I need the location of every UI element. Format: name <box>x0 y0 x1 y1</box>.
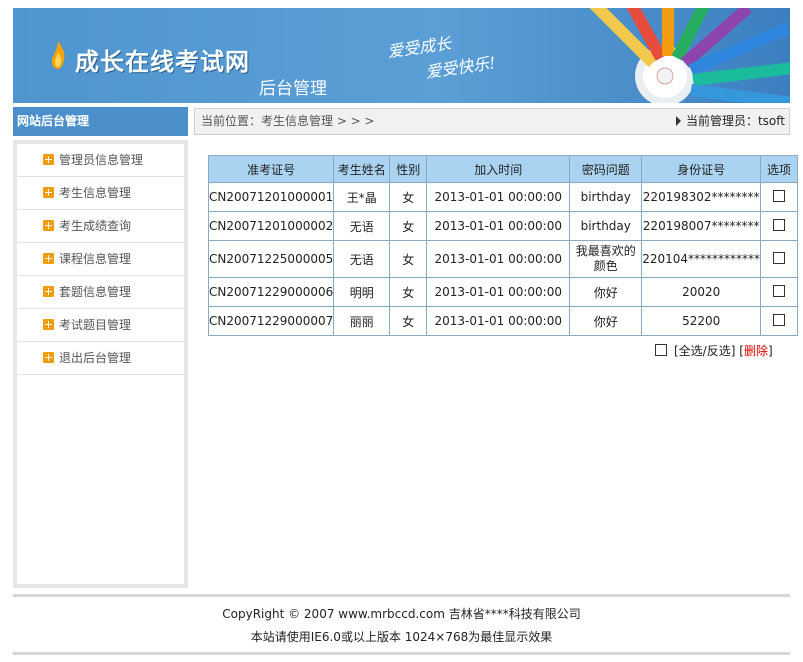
triangle-right-icon <box>675 116 681 126</box>
sidebar-item-label: 管理员信息管理 <box>59 153 144 167</box>
cell-question: 我最喜欢的颜色 <box>569 240 643 278</box>
column-header: 密码问题 <box>569 155 643 183</box>
cell-gender: 女 <box>389 182 428 212</box>
table-row: CN20071201000001 王*晶 女 2013-01-01 00:00:… <box>207 182 799 212</box>
column-header: 加入时间 <box>426 155 571 183</box>
row-select-cell <box>760 182 799 212</box>
student-table: 准考证号 考生姓名 性别 加入时间 密码问题 身份证号 选项 CN2007120… <box>207 155 799 336</box>
sidebar-item-label: 课程信息管理 <box>59 252 132 266</box>
row-select-cell <box>760 240 799 278</box>
cell-join-time: 2013-01-01 00:00:00 <box>426 277 571 307</box>
delete-link[interactable]: 删除 <box>744 344 768 358</box>
site-subtitle: 后台管理 <box>259 79 327 99</box>
sidebar-item-label: 考试题目管理 <box>59 318 132 332</box>
sidebar-item-paper-set[interactable]: 套题信息管理 <box>17 276 184 309</box>
plus-icon <box>43 154 54 165</box>
cell-id-card: 220198302******** <box>641 182 762 212</box>
column-header: 考生姓名 <box>333 155 391 183</box>
cell-exam-id: CN20071229000007 <box>207 306 335 336</box>
cell-exam-id: CN20071201000002 <box>207 211 335 241</box>
plus-icon <box>43 286 54 297</box>
row-checkbox[interactable] <box>773 284 786 297</box>
select-all-link[interactable]: [全选/反选] <box>674 344 735 358</box>
cell-name: 丽丽 <box>333 306 391 336</box>
row-checkbox[interactable] <box>773 251 786 264</box>
table-row: CN20071225000005 无语 女 2013-01-01 00:00:0… <box>207 240 799 278</box>
cell-gender: 女 <box>389 240 428 278</box>
cell-join-time: 2013-01-01 00:00:00 <box>426 306 571 336</box>
colored-pencils-illustration <box>589 8 790 103</box>
breadcrumb-bar: 当前位置：考生信息管理 > > > 当前管理员：tsoft <box>194 108 790 135</box>
cell-name: 王*晶 <box>333 182 391 212</box>
cell-gender: 女 <box>389 277 428 307</box>
plus-icon <box>43 253 54 264</box>
sidebar-item-label: 套题信息管理 <box>59 285 132 299</box>
cell-name: 无语 <box>333 211 391 241</box>
table-header-row: 准考证号 考生姓名 性别 加入时间 密码问题 身份证号 选项 <box>207 155 799 183</box>
plus-icon <box>43 187 54 198</box>
table-row: CN20071229000006 明明 女 2013-01-01 00:00:0… <box>207 277 799 307</box>
cell-join-time: 2013-01-01 00:00:00 <box>426 211 571 241</box>
current-admin: 当前管理员：tsoft <box>675 109 785 134</box>
plus-icon <box>43 220 54 231</box>
table-row: CN20071229000007 丽丽 女 2013-01-01 00:00:0… <box>207 306 799 336</box>
footer-divider-top <box>13 594 790 597</box>
cell-id-card: 20020 <box>641 277 762 307</box>
row-checkbox[interactable] <box>773 189 786 202</box>
footer-divider-bottom <box>13 652 790 655</box>
table-row: CN20071201000002 无语 女 2013-01-01 00:00:0… <box>207 211 799 241</box>
sidebar-item-admin-info[interactable]: 管理员信息管理 <box>17 144 184 177</box>
cell-name: 无语 <box>333 240 391 278</box>
cell-exam-id: CN20071229000006 <box>207 277 335 307</box>
sidebar-item-label: 考生信息管理 <box>59 186 132 200</box>
cell-exam-id: CN20071201000001 <box>207 182 335 212</box>
sidebar-item-question-manage[interactable]: 考试题目管理 <box>17 309 184 342</box>
cell-question: birthday <box>569 182 643 212</box>
plus-icon <box>43 352 54 363</box>
header-banner: 成长在线考试网 后台管理 爱受成长 爱受快乐! <box>13 8 790 103</box>
cell-question: birthday <box>569 211 643 241</box>
sidebar-item-logout[interactable]: 退出后台管理 <box>17 342 184 375</box>
cell-gender: 女 <box>389 211 428 241</box>
site-title: 成长在线考试网 <box>75 48 250 76</box>
cell-id-card: 220104************ <box>641 240 762 278</box>
sidebar-item-label: 退出后台管理 <box>59 351 132 365</box>
sidebar-item-student-info[interactable]: 考生信息管理 <box>17 177 184 210</box>
sidebar-item-label: 考生成绩查询 <box>59 219 132 233</box>
column-header: 选项 <box>760 155 799 183</box>
table-actions: [全选/反选] [删除] <box>655 342 773 359</box>
delete-bracket-close: ] <box>767 344 773 358</box>
select-all-checkbox[interactable] <box>655 344 667 356</box>
sidebar-panel: 管理员信息管理 考生信息管理 考生成绩查询 课程信息管理 套题信息管理 考试题目… <box>13 140 188 588</box>
footer-note: 本站请使用IE6.0或以上版本 1024×768为最佳显示效果 <box>250 630 553 644</box>
row-select-cell <box>760 211 799 241</box>
cell-question: 你好 <box>569 306 643 336</box>
plus-icon <box>43 319 54 330</box>
flame-logo-icon <box>51 41 65 69</box>
row-select-cell <box>760 306 799 336</box>
column-header: 身份证号 <box>641 155 762 183</box>
cell-gender: 女 <box>389 306 428 336</box>
sidebar-menu: 管理员信息管理 考生信息管理 考生成绩查询 课程信息管理 套题信息管理 考试题目… <box>17 144 184 584</box>
row-checkbox[interactable] <box>773 313 786 326</box>
cell-join-time: 2013-01-01 00:00:00 <box>426 240 571 278</box>
row-checkbox[interactable] <box>773 218 786 231</box>
current-admin-label: 当前管理员：tsoft <box>685 114 785 128</box>
sidebar-heading: 网站后台管理 <box>13 107 188 136</box>
row-select-cell <box>760 277 799 307</box>
cell-question: 你好 <box>569 277 643 307</box>
sidebar-item-score-query[interactable]: 考生成绩查询 <box>17 210 184 243</box>
cell-join-time: 2013-01-01 00:00:00 <box>426 182 571 212</box>
cell-name: 明明 <box>333 277 391 307</box>
cell-id-card: 220198007******** <box>641 211 762 241</box>
column-header: 准考证号 <box>207 155 335 183</box>
cell-exam-id: CN20071225000005 <box>207 240 335 278</box>
cell-id-card: 52200 <box>641 306 762 336</box>
column-header: 性别 <box>389 155 428 183</box>
footer-copyright: CopyRight © 2007 www.mrbccd.com 吉林省****科… <box>222 607 581 621</box>
sidebar-item-course-info[interactable]: 课程信息管理 <box>17 243 184 276</box>
breadcrumb: 当前位置：考生信息管理 > > > <box>201 114 375 128</box>
